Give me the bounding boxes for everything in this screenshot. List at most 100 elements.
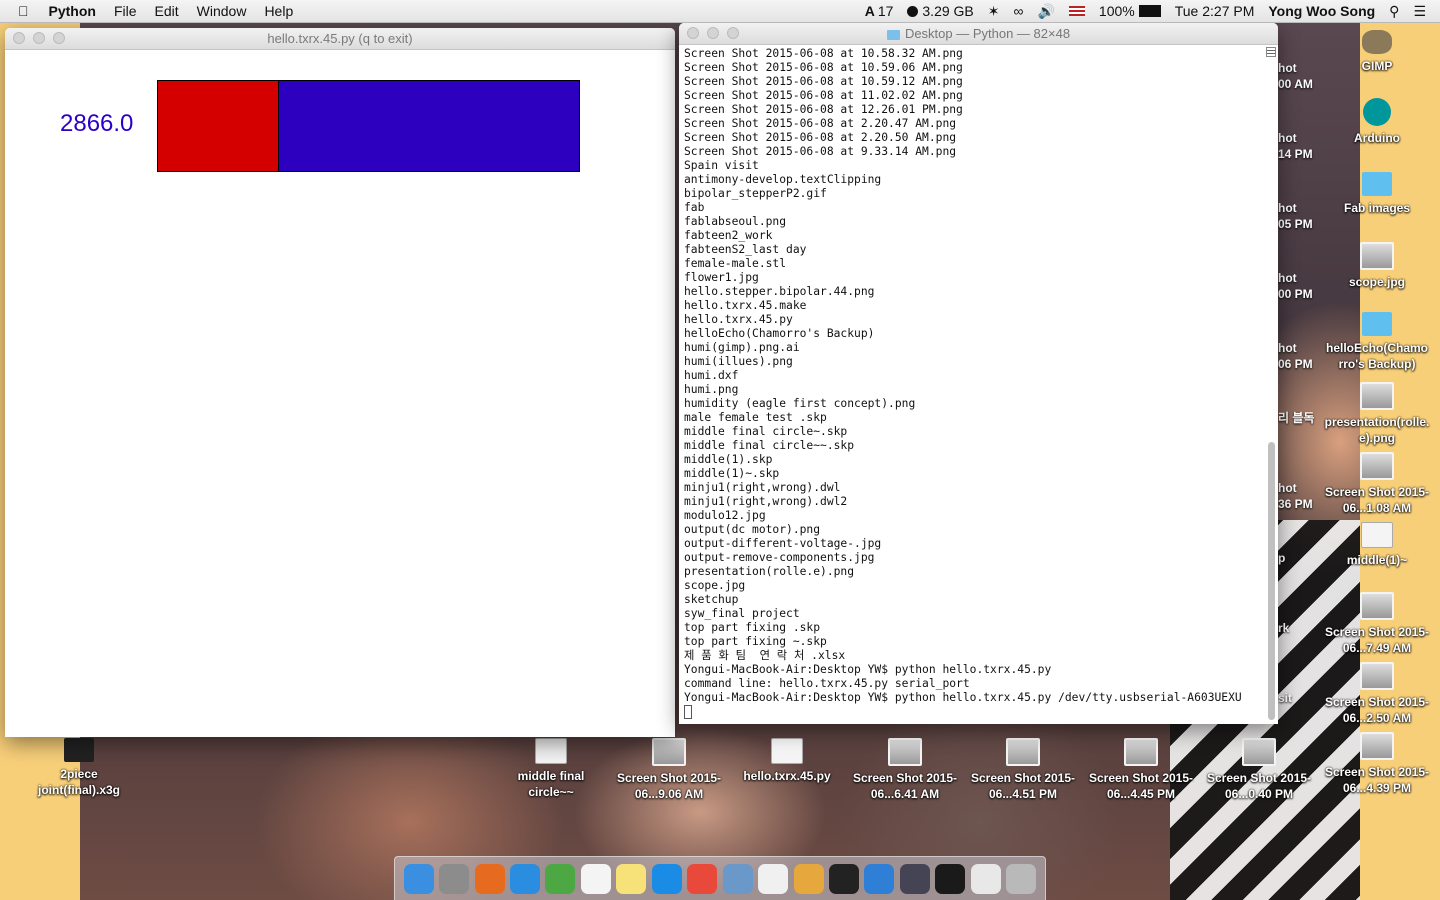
minimize-button[interactable] — [33, 32, 45, 44]
calendar-icon[interactable] — [580, 863, 611, 894]
desktop-icon-label: Screen Shot 2015-06...4.51 PM — [970, 771, 1076, 801]
desktop-icon-label: Arduino — [1354, 131, 1400, 145]
rocket-icon[interactable] — [899, 863, 930, 894]
desktop-icon-middle[interactable]: middle(1)~ — [1322, 522, 1432, 568]
memory-status[interactable]: 3.29 GB — [907, 3, 974, 19]
user-name[interactable]: Yong Woo Song — [1268, 3, 1375, 19]
sensor-value-label: 2866.0 — [60, 110, 134, 137]
close-button[interactable] — [687, 27, 699, 39]
desktop-icon-label: middle(1)~ — [1346, 553, 1408, 567]
desktop-icon-presentation[interactable]: presentation(rolle. e).png — [1322, 382, 1432, 446]
folder-icon — [886, 29, 900, 40]
wifi-icon[interactable]: ∞ — [1014, 3, 1024, 19]
desktop-icon-label: 2piece joint(final).x3g — [38, 767, 120, 797]
firefox-icon[interactable] — [474, 863, 505, 894]
menu-window[interactable]: Window — [197, 3, 247, 19]
terminal-line: minju1(right,wrong).dwl2 — [684, 495, 848, 508]
arduino-icon — [1363, 98, 1391, 126]
terminal-icon[interactable] — [828, 863, 859, 894]
preview-icon[interactable] — [722, 863, 753, 894]
bluetooth-icon[interactable]: ✶ — [988, 3, 1000, 20]
launchpad-icon[interactable] — [439, 863, 470, 894]
desktop-icon-screenshot[interactable]: Screen Shot 2015-06...1.08 AM — [1322, 452, 1432, 516]
terminal-line: hello.txrx.45.make — [684, 299, 807, 312]
memory-value: 3.29 GB — [922, 3, 974, 19]
desktop-icon-middle-final[interactable]: middle final circle~~ — [496, 738, 606, 800]
desktop-icon-screenshot[interactable]: Screen Shot 2015-06...9.06 AM — [614, 738, 724, 802]
desktop-icon-label: Screen Shot 2015-06...4.39 PM — [1324, 765, 1430, 795]
screenshot-file-icon — [888, 738, 922, 766]
desktop-icon-screenshot[interactable]: Screen Shot 2015-06...4.39 PM — [1322, 732, 1432, 796]
hidden-label: 리 블독 — [1278, 411, 1315, 425]
hidden-label: hot 36 PM — [1278, 481, 1313, 511]
terminal-scrollbar[interactable] — [1266, 57, 1276, 720]
terminal-line: Screen Shot 2015-06-08 at 2.20.47 AM.png — [684, 117, 957, 130]
desktop-icon-label: Screen Shot 2015-06...7.49 AM — [1324, 625, 1430, 655]
desktop-icon-hello-py[interactable]: hello.txrx.45.py — [732, 738, 842, 784]
desktop-icon-label: Screen Shot 2015-06...1.08 AM — [1324, 485, 1430, 515]
desktop-icon-scope[interactable]: scope.jpg — [1322, 242, 1432, 290]
safari-icon[interactable] — [510, 863, 541, 894]
window-controls — [687, 27, 739, 39]
notes-icon[interactable] — [616, 863, 647, 894]
desktop-icon-fab-images[interactable]: Fab images — [1322, 172, 1432, 216]
desktop-icon-screenshot[interactable]: Screen Shot 2015-06...4.51 PM — [968, 738, 1078, 802]
python-window[interactable]: hello.txrx.45.py (q to exit) 2866.0 — [5, 28, 675, 737]
desktop-icon-screenshot[interactable]: Screen Shot 2015-06...0.40 PM — [1204, 738, 1314, 802]
mail-icon[interactable] — [970, 863, 1001, 894]
clock[interactable]: Tue 2:27 PM — [1175, 3, 1255, 19]
finder-folder-icon[interactable] — [864, 863, 895, 894]
desktop-icon-label: Screen Shot 2015-06...6.41 AM — [852, 771, 958, 801]
desktop-icon-gimp[interactable]: GIMP — [1322, 30, 1432, 74]
terminal-line: scope.jpg — [684, 579, 746, 592]
zoom-button[interactable] — [727, 27, 739, 39]
adobe-status[interactable]: A 17 — [865, 3, 894, 19]
battery-status[interactable]: 100% — [1099, 3, 1161, 19]
split-pane-icon[interactable] — [1266, 47, 1276, 57]
menu-file[interactable]: File — [114, 3, 137, 19]
evernote-icon[interactable] — [545, 863, 576, 894]
textedit-icon[interactable] — [758, 863, 789, 894]
finder-icon[interactable] — [403, 863, 434, 894]
terminal-line: Screen Shot 2015-06-08 at 12.26.01 PM.pn… — [684, 103, 963, 116]
minimize-button[interactable] — [707, 27, 719, 39]
terminal-line: Yongui-MacBook-Air:Desktop YW$ python he… — [684, 663, 1052, 676]
spotlight-icon[interactable]: ⚲ — [1389, 3, 1399, 20]
desktop-icon-screenshot[interactable]: Screen Shot 2015-06...7.49 AM — [1322, 592, 1432, 656]
desktop-icon-label: scope.jpg — [1348, 275, 1405, 289]
terminal-window[interactable]: Desktop — Python — 82×48 Screen Shot 201… — [679, 23, 1278, 724]
menu-help[interactable]: Help — [264, 3, 293, 19]
menu-bar:  Python File Edit Window Help A17 3.29 … — [0, 0, 1440, 23]
apple-menu-icon[interactable]:  — [18, 3, 29, 19]
trash-icon[interactable] — [1006, 863, 1037, 894]
volume-icon[interactable]: 🔊 — [1037, 3, 1054, 20]
terminal-line: humi.png — [684, 383, 739, 396]
menu-app-name[interactable]: Python — [49, 3, 96, 19]
terminal-line: top part fixing .skp — [684, 621, 821, 634]
python-file-icon — [771, 738, 803, 764]
terminal-output[interactable]: Screen Shot 2015-06-08 at 10.58.32 AM.pn… — [679, 45, 1264, 724]
scrollbar-thumb[interactable] — [1268, 442, 1275, 720]
photos-icon[interactable] — [793, 863, 824, 894]
desktop-icon-label: hello.txrx.45.py — [743, 769, 831, 783]
close-button[interactable] — [13, 32, 25, 44]
terminal-titlebar[interactable]: Desktop — Python — 82×48 — [679, 23, 1278, 45]
app-store-icon[interactable] — [651, 863, 682, 894]
input-flag-icon[interactable] — [1068, 6, 1085, 16]
terminal-line: top part fixing ~.skp — [684, 635, 827, 648]
chrome-icon[interactable] — [687, 863, 718, 894]
desktop-icon-x3g[interactable]: 2piece joint(final).x3g — [24, 738, 134, 798]
menu-edit[interactable]: Edit — [155, 3, 179, 19]
p-app-icon[interactable] — [935, 863, 966, 894]
desktop-icon-screenshot[interactable]: Screen Shot 2015-06...2.50 AM — [1322, 662, 1432, 726]
zoom-button[interactable] — [53, 32, 65, 44]
desktop-icon-screenshot[interactable]: Screen Shot 2015-06...6.41 AM — [850, 738, 960, 802]
terminal-line: middle(1).skp — [684, 453, 773, 466]
terminal-line: hello.txrx.45.py — [684, 313, 793, 326]
terminal-line: fablabseoul.png — [684, 215, 787, 228]
notification-center-icon[interactable]: ☰ — [1413, 3, 1426, 20]
desktop-icon-arduino[interactable]: Arduino — [1322, 98, 1432, 146]
desktop-icon-helloecho[interactable]: helloEcho(Chamo rro's Backup) — [1322, 312, 1432, 372]
python-window-titlebar[interactable]: hello.txrx.45.py (q to exit) — [5, 28, 675, 50]
desktop-icon-screenshot[interactable]: Screen Shot 2015-06...4.45 PM — [1086, 738, 1196, 802]
